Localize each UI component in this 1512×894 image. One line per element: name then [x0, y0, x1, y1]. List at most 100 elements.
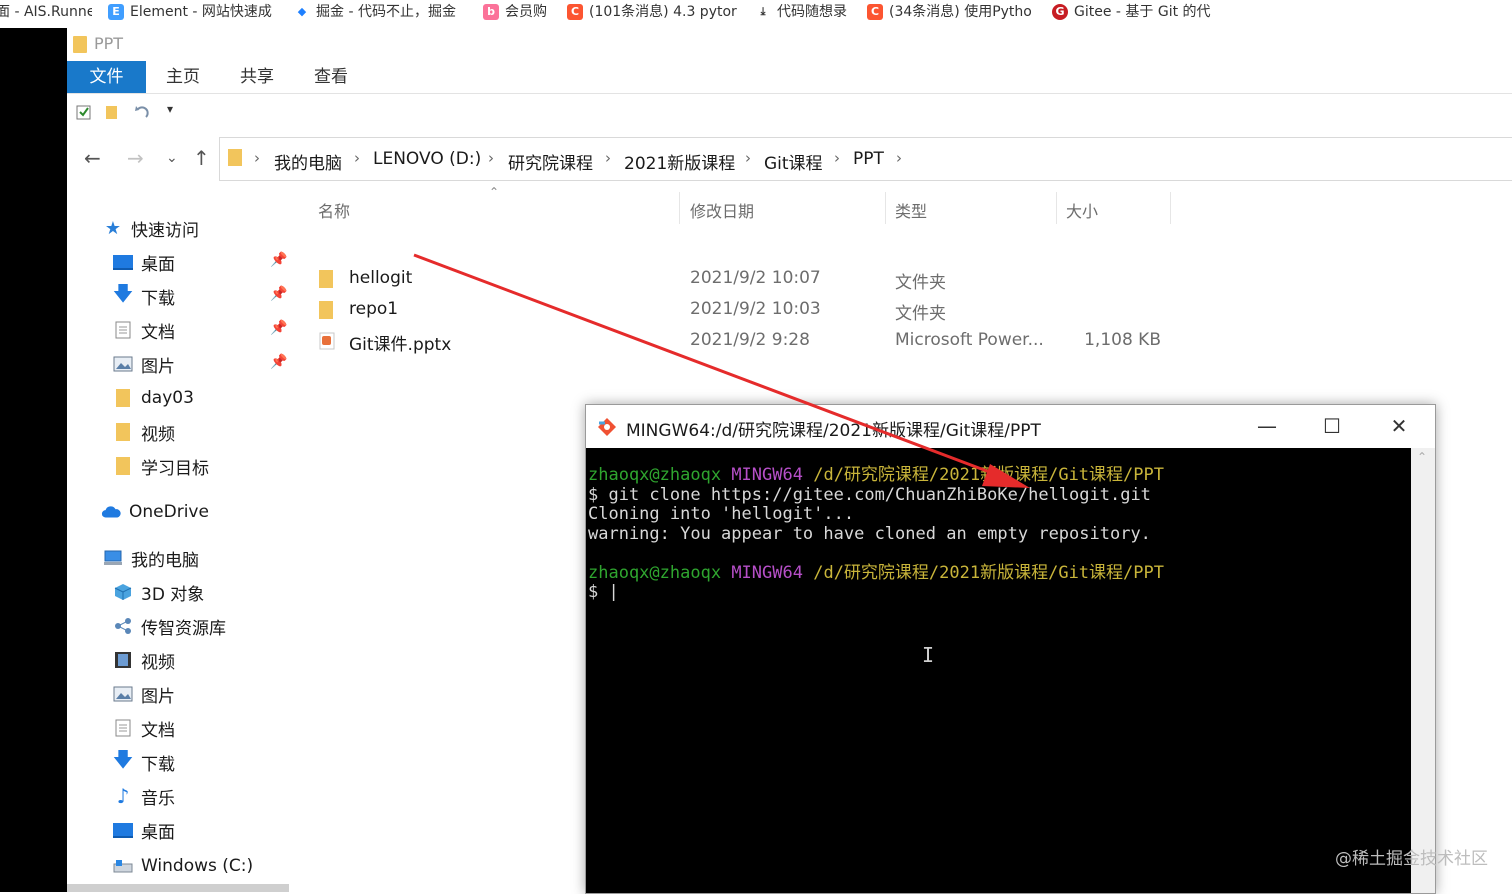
nav-label: 传智资源库: [141, 618, 226, 639]
nav-onedrive[interactable]: OneDrive: [101, 498, 209, 526]
column-header-name[interactable]: 名称: [318, 198, 350, 222]
breadcrumb-item[interactable]: LENOVO (D:): [373, 149, 481, 169]
column-header-type[interactable]: 类型: [895, 198, 927, 222]
nav-item-desktop-pc[interactable]: 桌面: [113, 816, 175, 844]
nav-this-pc[interactable]: 我的电脑: [103, 544, 199, 572]
column-header-date[interactable]: 修改日期: [690, 198, 754, 222]
video-icon: [113, 651, 133, 669]
chevron-right-icon: ›: [896, 149, 902, 167]
tab-share[interactable]: 共享: [229, 61, 285, 93]
nav-item-downloads[interactable]: 🡇 下载: [113, 281, 175, 310]
prompt-env: MINGW64: [731, 465, 803, 485]
forward-arrow-icon[interactable]: →: [127, 146, 144, 170]
nav-item-pictures-pc[interactable]: 图片: [113, 680, 175, 708]
git-bash-window: MINGW64:/d/研究院课程/2021新版课程/Git课程/PPT — ☐ …: [585, 404, 1436, 894]
element-icon: E: [108, 4, 124, 20]
network-share-icon: [113, 617, 133, 635]
customize-toolbar-icon[interactable]: ▾: [167, 102, 173, 116]
csdn-icon: C: [867, 4, 883, 20]
bookmark-csdn-1[interactable]: C (101条消息) 4.3 pytor: [567, 0, 737, 24]
terminal-prompt-line: zhaoqx@zhaoqx MINGW64 /d/研究院课程/2021新版课程/…: [588, 562, 1411, 584]
pin-icon[interactable]: 📌: [270, 252, 287, 268]
bookmark-csdn-2[interactable]: C (34条消息) 使用Pytho: [867, 0, 1037, 24]
folder-icon: [73, 36, 87, 53]
music-icon: ♪: [116, 784, 130, 808]
file-row-hellogit[interactable]: hellogit 2021/9/2 10:07 文件夹: [319, 266, 1219, 294]
undo-icon[interactable]: [134, 104, 150, 120]
column-divider[interactable]: [885, 192, 886, 224]
document-icon: [113, 321, 133, 339]
nav-item-videos-folder[interactable]: 视频: [113, 418, 175, 446]
pin-icon[interactable]: 📌: [270, 354, 287, 370]
address-bar[interactable]: › 我的电脑 › LENOVO (D:) › 研究院课程 › 2021新版课程 …: [219, 137, 1512, 181]
pin-icon[interactable]: 📌: [270, 320, 287, 336]
column-divider[interactable]: [1056, 192, 1057, 224]
terminal-line: warning: You appear to have cloned an em…: [588, 523, 1151, 544]
nav-item-documents[interactable]: 文档: [113, 316, 175, 344]
back-arrow-icon[interactable]: ←: [84, 146, 101, 170]
watermark: @稀土掘金技术社区: [1335, 849, 1488, 869]
file-row-git-pptx[interactable]: Git课件.pptx 2021/9/2 9:28 Microsoft Power…: [319, 328, 1219, 356]
close-icon[interactable]: ✕: [1385, 412, 1413, 440]
breadcrumb-item[interactable]: 我的电脑: [274, 149, 342, 174]
nav-item-music[interactable]: ♪ 音乐: [113, 782, 175, 810]
breadcrumb-item[interactable]: 研究院课程: [508, 149, 593, 174]
breadcrumb-item[interactable]: Git课程: [764, 149, 823, 174]
column-divider[interactable]: [1170, 192, 1171, 224]
nav-label: OneDrive: [129, 502, 209, 522]
breadcrumb-item[interactable]: PPT: [853, 149, 884, 169]
nav-quick-access[interactable]: ★ 快速访问: [103, 214, 199, 242]
column-divider[interactable]: [679, 192, 680, 224]
nav-item-learning-goals[interactable]: 学习目标: [113, 452, 209, 480]
recent-locations-chevron-icon[interactable]: ⌄: [166, 150, 178, 166]
nav-item-3d-objects[interactable]: 3D 对象: [113, 578, 204, 606]
nav-item-network-share[interactable]: 传智资源库: [113, 612, 226, 640]
nav-item-day03[interactable]: day03: [113, 384, 194, 412]
nav-item-documents-pc[interactable]: 文档: [113, 714, 175, 742]
properties-icon[interactable]: [76, 104, 92, 120]
ribbon-tabs: 文件 主页 共享 查看: [67, 61, 1512, 94]
prompt-user: zhaoqx@zhaoqx: [588, 562, 722, 583]
terminal-output[interactable]: zhaoqx@zhaoqx MINGW64 /d/研究院课程/2021新版课程/…: [586, 448, 1411, 893]
maximize-icon[interactable]: ☐: [1318, 412, 1346, 440]
prompt-user: zhaoqx@zhaoqx: [588, 465, 722, 485]
bookmark-huiyuangou[interactable]: b 会员购: [483, 0, 555, 24]
nav-label: 桌面: [141, 822, 175, 843]
up-arrow-icon[interactable]: ↑: [193, 146, 210, 170]
bookmark-ais[interactable]: 面 - AIS.Runne: [0, 0, 92, 24]
folder-icon: [113, 457, 133, 475]
nav-item-drive-c[interactable]: Windows (C:): [113, 852, 253, 880]
breadcrumb-item[interactable]: 2021新版课程: [624, 149, 735, 174]
nav-item-downloads-pc[interactable]: 🡇 下载: [113, 747, 175, 776]
terminal-input-line[interactable]: $ |: [588, 582, 1411, 603]
terminal-titlebar: MINGW64:/d/研究院课程/2021新版课程/Git课程/PPT — ☐ …: [586, 405, 1435, 448]
nav-item-videos[interactable]: 视频: [113, 646, 175, 674]
nav-label: 文档: [141, 720, 175, 741]
nav-pane-scrollbar[interactable]: [67, 884, 289, 892]
column-header-size[interactable]: 大小: [1066, 198, 1098, 222]
pin-icon[interactable]: 📌: [270, 286, 287, 302]
background-strip: [0, 28, 67, 892]
csdn-icon: C: [567, 4, 583, 20]
bookmark-juejin[interactable]: ◆ 掘金 - 代码不止，掘金: [294, 0, 466, 24]
folder-icon: [319, 301, 333, 319]
nav-item-pictures[interactable]: 图片: [113, 350, 175, 378]
file-row-repo1[interactable]: repo1 2021/9/2 10:03 文件夹: [319, 297, 1219, 325]
new-folder-icon[interactable]: [104, 104, 120, 120]
bookmark-gitee[interactable]: G Gitee - 基于 Git 的代: [1052, 0, 1220, 24]
bookmark-label: (34条消息) 使用Pytho: [889, 4, 1032, 20]
tab-file[interactable]: 文件: [67, 61, 146, 93]
nav-item-desktop[interactable]: 桌面: [113, 248, 175, 276]
bookmark-label: 会员购: [505, 4, 547, 20]
terminal-scrollbar[interactable]: ⌃: [1411, 448, 1435, 893]
folder-icon: [319, 270, 333, 288]
tab-home[interactable]: 主页: [155, 61, 211, 93]
bookmark-daimasuixianglu[interactable]: ⤓ 代码随想录: [755, 0, 855, 24]
quick-access-toolbar: ▾: [67, 96, 1512, 130]
nav-label: 图片: [141, 356, 175, 377]
scroll-up-icon[interactable]: ⌃: [1417, 450, 1427, 464]
picture-icon: [113, 685, 133, 703]
bookmark-element[interactable]: E Element - 网站快速成: [108, 0, 278, 24]
tab-view[interactable]: 查看: [303, 61, 359, 93]
minimize-icon[interactable]: —: [1253, 412, 1281, 440]
